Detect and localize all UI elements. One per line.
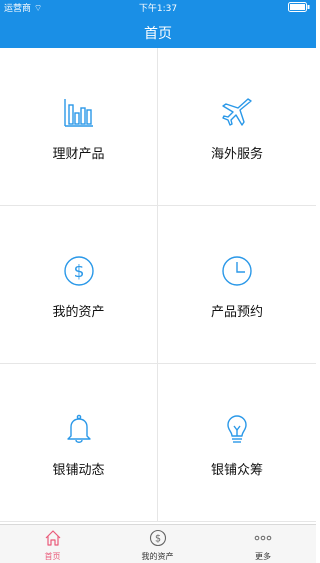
menu-item-label: 银铺动态 bbox=[52, 463, 105, 478]
menu-item-my-assets[interactable]: $ 我的资产 bbox=[0, 206, 158, 364]
menu-item-financial-products[interactable]: 理财产品 bbox=[0, 48, 158, 206]
menu-item-product-booking[interactable]: 产品预约 bbox=[158, 206, 316, 364]
menu-item-label: 海外服务 bbox=[210, 147, 263, 162]
menu-item-label: 理财产品 bbox=[52, 147, 105, 162]
tab-label: 首页 bbox=[44, 552, 61, 561]
bar-chart-icon bbox=[63, 99, 93, 127]
tab-bar: 首页 $ 我的资产 更多 bbox=[0, 524, 316, 563]
svg-text:$: $ bbox=[73, 262, 84, 282]
menu-grid: 理财产品 海外服务 $ 我的资产 产品预约 银铺动态 银铺众筹 bbox=[0, 48, 316, 524]
menu-item-label: 我的资产 bbox=[52, 305, 105, 320]
home-icon bbox=[45, 530, 60, 546]
airplane-icon bbox=[222, 98, 252, 126]
dollar-coin-icon: $ bbox=[149, 529, 166, 547]
menu-item-crowdfunding[interactable]: 银铺众筹 bbox=[158, 364, 316, 522]
status-time: 下午1:37 bbox=[138, 4, 178, 14]
status-bar: 运营商 ⌔ 下午1:37 bbox=[0, 0, 316, 14]
menu-item-label: 银铺众筹 bbox=[210, 463, 263, 478]
navbar: 首页 bbox=[0, 14, 316, 48]
more-dots-icon bbox=[254, 535, 272, 541]
svg-text:$: $ bbox=[154, 534, 160, 545]
tab-home[interactable]: 首页 bbox=[0, 525, 105, 563]
menu-item-news[interactable]: 银铺动态 bbox=[0, 364, 158, 522]
menu-item-overseas-services[interactable]: 海外服务 bbox=[158, 48, 316, 206]
clock-icon bbox=[222, 256, 252, 286]
tab-my-assets[interactable]: $ 我的资产 bbox=[105, 525, 210, 563]
tab-label: 更多 bbox=[255, 552, 271, 561]
tab-label: 我的资产 bbox=[141, 552, 174, 561]
bell-icon bbox=[66, 414, 91, 443]
tab-more[interactable]: 更多 bbox=[210, 525, 316, 563]
lightbulb-icon bbox=[227, 415, 247, 443]
dollar-coin-icon: $ bbox=[63, 256, 94, 286]
menu-item-label: 产品预约 bbox=[210, 305, 263, 320]
page-title: 首页 bbox=[144, 26, 172, 42]
